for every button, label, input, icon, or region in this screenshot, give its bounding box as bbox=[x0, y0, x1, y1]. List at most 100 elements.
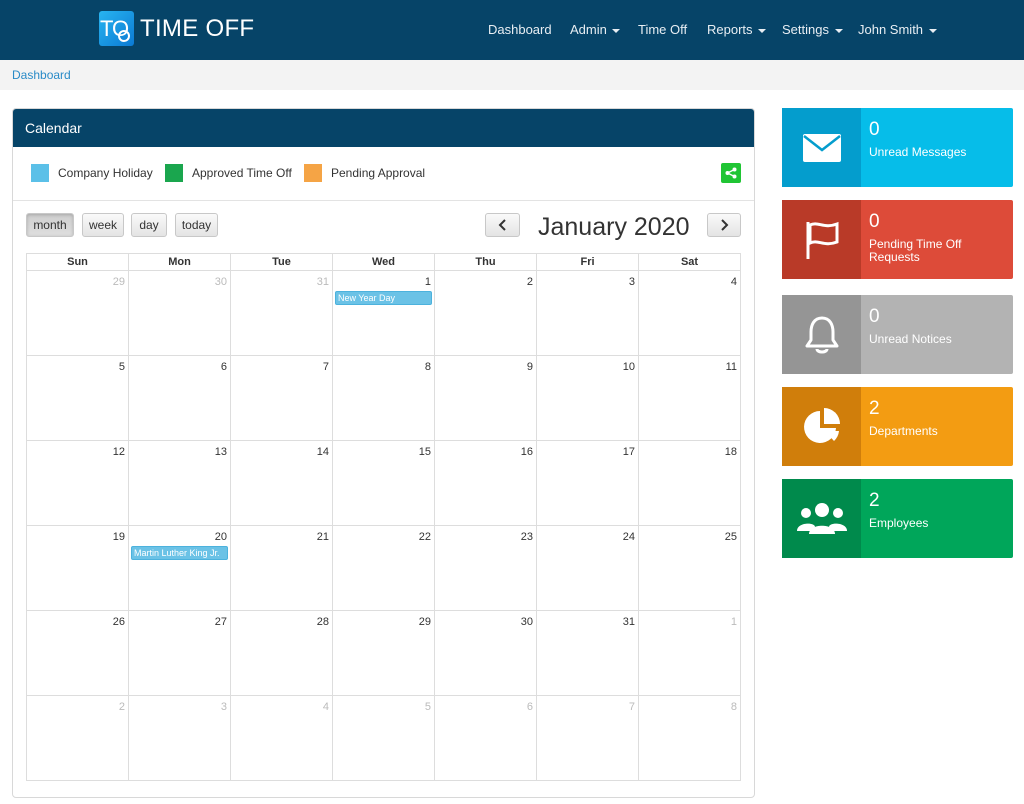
calendar-day-cell[interactable]: 2 bbox=[435, 271, 537, 356]
calendar-day-cell[interactable]: 29 bbox=[333, 611, 435, 696]
nav-admin[interactable]: Admin bbox=[570, 22, 621, 37]
calendar-day-cell[interactable]: 31 bbox=[537, 611, 639, 696]
weekday-tue: Tue bbox=[231, 254, 333, 271]
day-number: 16 bbox=[520, 446, 533, 458]
calendar-day-cell[interactable]: 6 bbox=[435, 696, 537, 781]
day-number: 11 bbox=[725, 361, 737, 373]
share-button[interactable] bbox=[721, 163, 741, 183]
legend-approved-time-off: Approved Time Off bbox=[165, 164, 292, 182]
tile-employees[interactable]: 2 Employees bbox=[782, 479, 1013, 558]
day-number: 1 bbox=[424, 276, 431, 288]
day-number: 6 bbox=[526, 701, 533, 713]
day-number: 30 bbox=[214, 276, 227, 288]
day-number: 31 bbox=[316, 276, 329, 288]
calendar-day-cell[interactable]: 9 bbox=[435, 356, 537, 441]
breadcrumb: Dashboard bbox=[0, 60, 1024, 90]
tile-departments[interactable]: 2 Departments bbox=[782, 387, 1013, 466]
day-number: 15 bbox=[418, 446, 431, 458]
calendar-day-cell[interactable]: 11 bbox=[639, 356, 741, 441]
calendar-day-cell[interactable]: 5 bbox=[27, 356, 129, 441]
tile-pending-requests[interactable]: 0 Pending Time Off Requests bbox=[782, 200, 1013, 279]
calendar-day-cell[interactable]: 6 bbox=[129, 356, 231, 441]
calendar-day-cell[interactable]: 15 bbox=[333, 441, 435, 526]
calendar-day-cell[interactable]: 24 bbox=[537, 526, 639, 611]
calendar-day-cell[interactable]: 5 bbox=[333, 696, 435, 781]
weekday-thu: Thu bbox=[435, 254, 537, 271]
calendar-day-cell[interactable]: 16 bbox=[435, 441, 537, 526]
share-icon bbox=[725, 167, 737, 179]
nav-dashboard[interactable]: Dashboard bbox=[488, 22, 552, 37]
view-month-button[interactable]: month bbox=[26, 213, 74, 237]
calendar-day-cell[interactable]: 7 bbox=[537, 696, 639, 781]
calendar-day-cell[interactable]: 29 bbox=[27, 271, 129, 356]
day-number: 1 bbox=[730, 616, 737, 628]
breadcrumb-dashboard-link[interactable]: Dashboard bbox=[12, 68, 71, 82]
calendar-day-cell[interactable]: 22 bbox=[333, 526, 435, 611]
day-number: 25 bbox=[724, 531, 737, 543]
calendar-day-cell[interactable]: 28 bbox=[231, 611, 333, 696]
calendar-day-cell[interactable]: 17 bbox=[537, 441, 639, 526]
calendar-day-cell[interactable]: 2 bbox=[27, 696, 129, 781]
legend-label: Pending Approval bbox=[331, 166, 426, 180]
calendar-day-cell[interactable]: 31 bbox=[231, 271, 333, 356]
calendar-day-cell[interactable]: 25 bbox=[639, 526, 741, 611]
nav-settings[interactable]: Settings bbox=[782, 22, 843, 37]
caret-down-icon bbox=[612, 28, 621, 33]
calendar-day-cell[interactable]: 3 bbox=[537, 271, 639, 356]
day-number: 19 bbox=[112, 531, 125, 543]
calendar-day-cell[interactable]: 12 bbox=[27, 441, 129, 526]
view-week-button[interactable]: week bbox=[82, 213, 124, 237]
envelope-icon bbox=[802, 133, 841, 162]
calendar-day-cell[interactable]: 8 bbox=[333, 356, 435, 441]
calendar-day-cell[interactable]: 30 bbox=[129, 271, 231, 356]
legend-swatch bbox=[31, 164, 49, 182]
prev-month-button[interactable] bbox=[485, 213, 520, 237]
nav-user-menu[interactable]: John Smith bbox=[858, 22, 937, 37]
nav-time-off[interactable]: Time Off bbox=[638, 22, 687, 37]
caret-down-icon bbox=[928, 28, 937, 33]
time-off-logo-icon: TO bbox=[99, 11, 134, 46]
nav-time-off-label: Time Off bbox=[638, 22, 688, 37]
tile-unread-messages[interactable]: 0 Unread Messages bbox=[782, 108, 1013, 187]
calendar-day-cell[interactable]: 20 Martin Luther King Jr. bbox=[129, 526, 231, 611]
calendar-day-cell[interactable]: 8 bbox=[639, 696, 741, 781]
nav-reports[interactable]: Reports bbox=[707, 22, 767, 37]
weekday-mon: Mon bbox=[129, 254, 231, 271]
tile-count: 2 bbox=[869, 490, 880, 511]
calendar-day-cell[interactable]: 10 bbox=[537, 356, 639, 441]
next-month-button[interactable] bbox=[707, 213, 741, 237]
calendar-day-cell[interactable]: 13 bbox=[129, 441, 231, 526]
calendar-day-cell[interactable]: 1 bbox=[639, 611, 741, 696]
nav-settings-label: Settings bbox=[782, 22, 829, 37]
day-number: 2 bbox=[118, 701, 125, 713]
calendar-day-cell[interactable]: 26 bbox=[27, 611, 129, 696]
calendar-day-cell[interactable]: 30 bbox=[435, 611, 537, 696]
chevron-left-icon bbox=[498, 219, 506, 231]
calendar-day-cell[interactable]: 27 bbox=[129, 611, 231, 696]
calendar-day-cell[interactable]: 14 bbox=[231, 441, 333, 526]
brand[interactable]: TO TIME OFF bbox=[99, 11, 254, 46]
calendar-event[interactable]: Martin Luther King Jr. bbox=[131, 546, 228, 560]
calendar-day-cell[interactable]: 21 bbox=[231, 526, 333, 611]
tile-label: Employees bbox=[869, 516, 929, 530]
calendar-day-cell[interactable]: 18 bbox=[639, 441, 741, 526]
tile-unread-notices[interactable]: 0 Unread Notices bbox=[782, 295, 1013, 374]
calendar-event[interactable]: New Year Day bbox=[335, 291, 432, 305]
calendar-day-cell[interactable]: 3 bbox=[129, 696, 231, 781]
legend-label: Company Holiday bbox=[58, 166, 153, 180]
calendar-day-cell[interactable]: 19 bbox=[27, 526, 129, 611]
legend-pending-approval: Pending Approval bbox=[304, 164, 425, 182]
calendar-day-cell[interactable]: 23 bbox=[435, 526, 537, 611]
nav-admin-label: Admin bbox=[570, 22, 607, 37]
calendar-day-cell[interactable]: 4 bbox=[231, 696, 333, 781]
tile-label: Unread Messages bbox=[869, 145, 967, 159]
nav-dashboard-label: Dashboard bbox=[488, 22, 552, 37]
view-day-button[interactable]: day bbox=[131, 213, 167, 237]
calendar-day-cell[interactable]: 7 bbox=[231, 356, 333, 441]
calendar-day-cell[interactable]: 4 bbox=[639, 271, 741, 356]
day-number: 4 bbox=[322, 701, 329, 713]
calendar-day-cell[interactable]: 1 New Year Day bbox=[333, 271, 435, 356]
calendar-panel-title: Calendar bbox=[13, 109, 754, 147]
tile-label: Departments bbox=[869, 424, 938, 438]
today-button[interactable]: today bbox=[175, 213, 218, 237]
